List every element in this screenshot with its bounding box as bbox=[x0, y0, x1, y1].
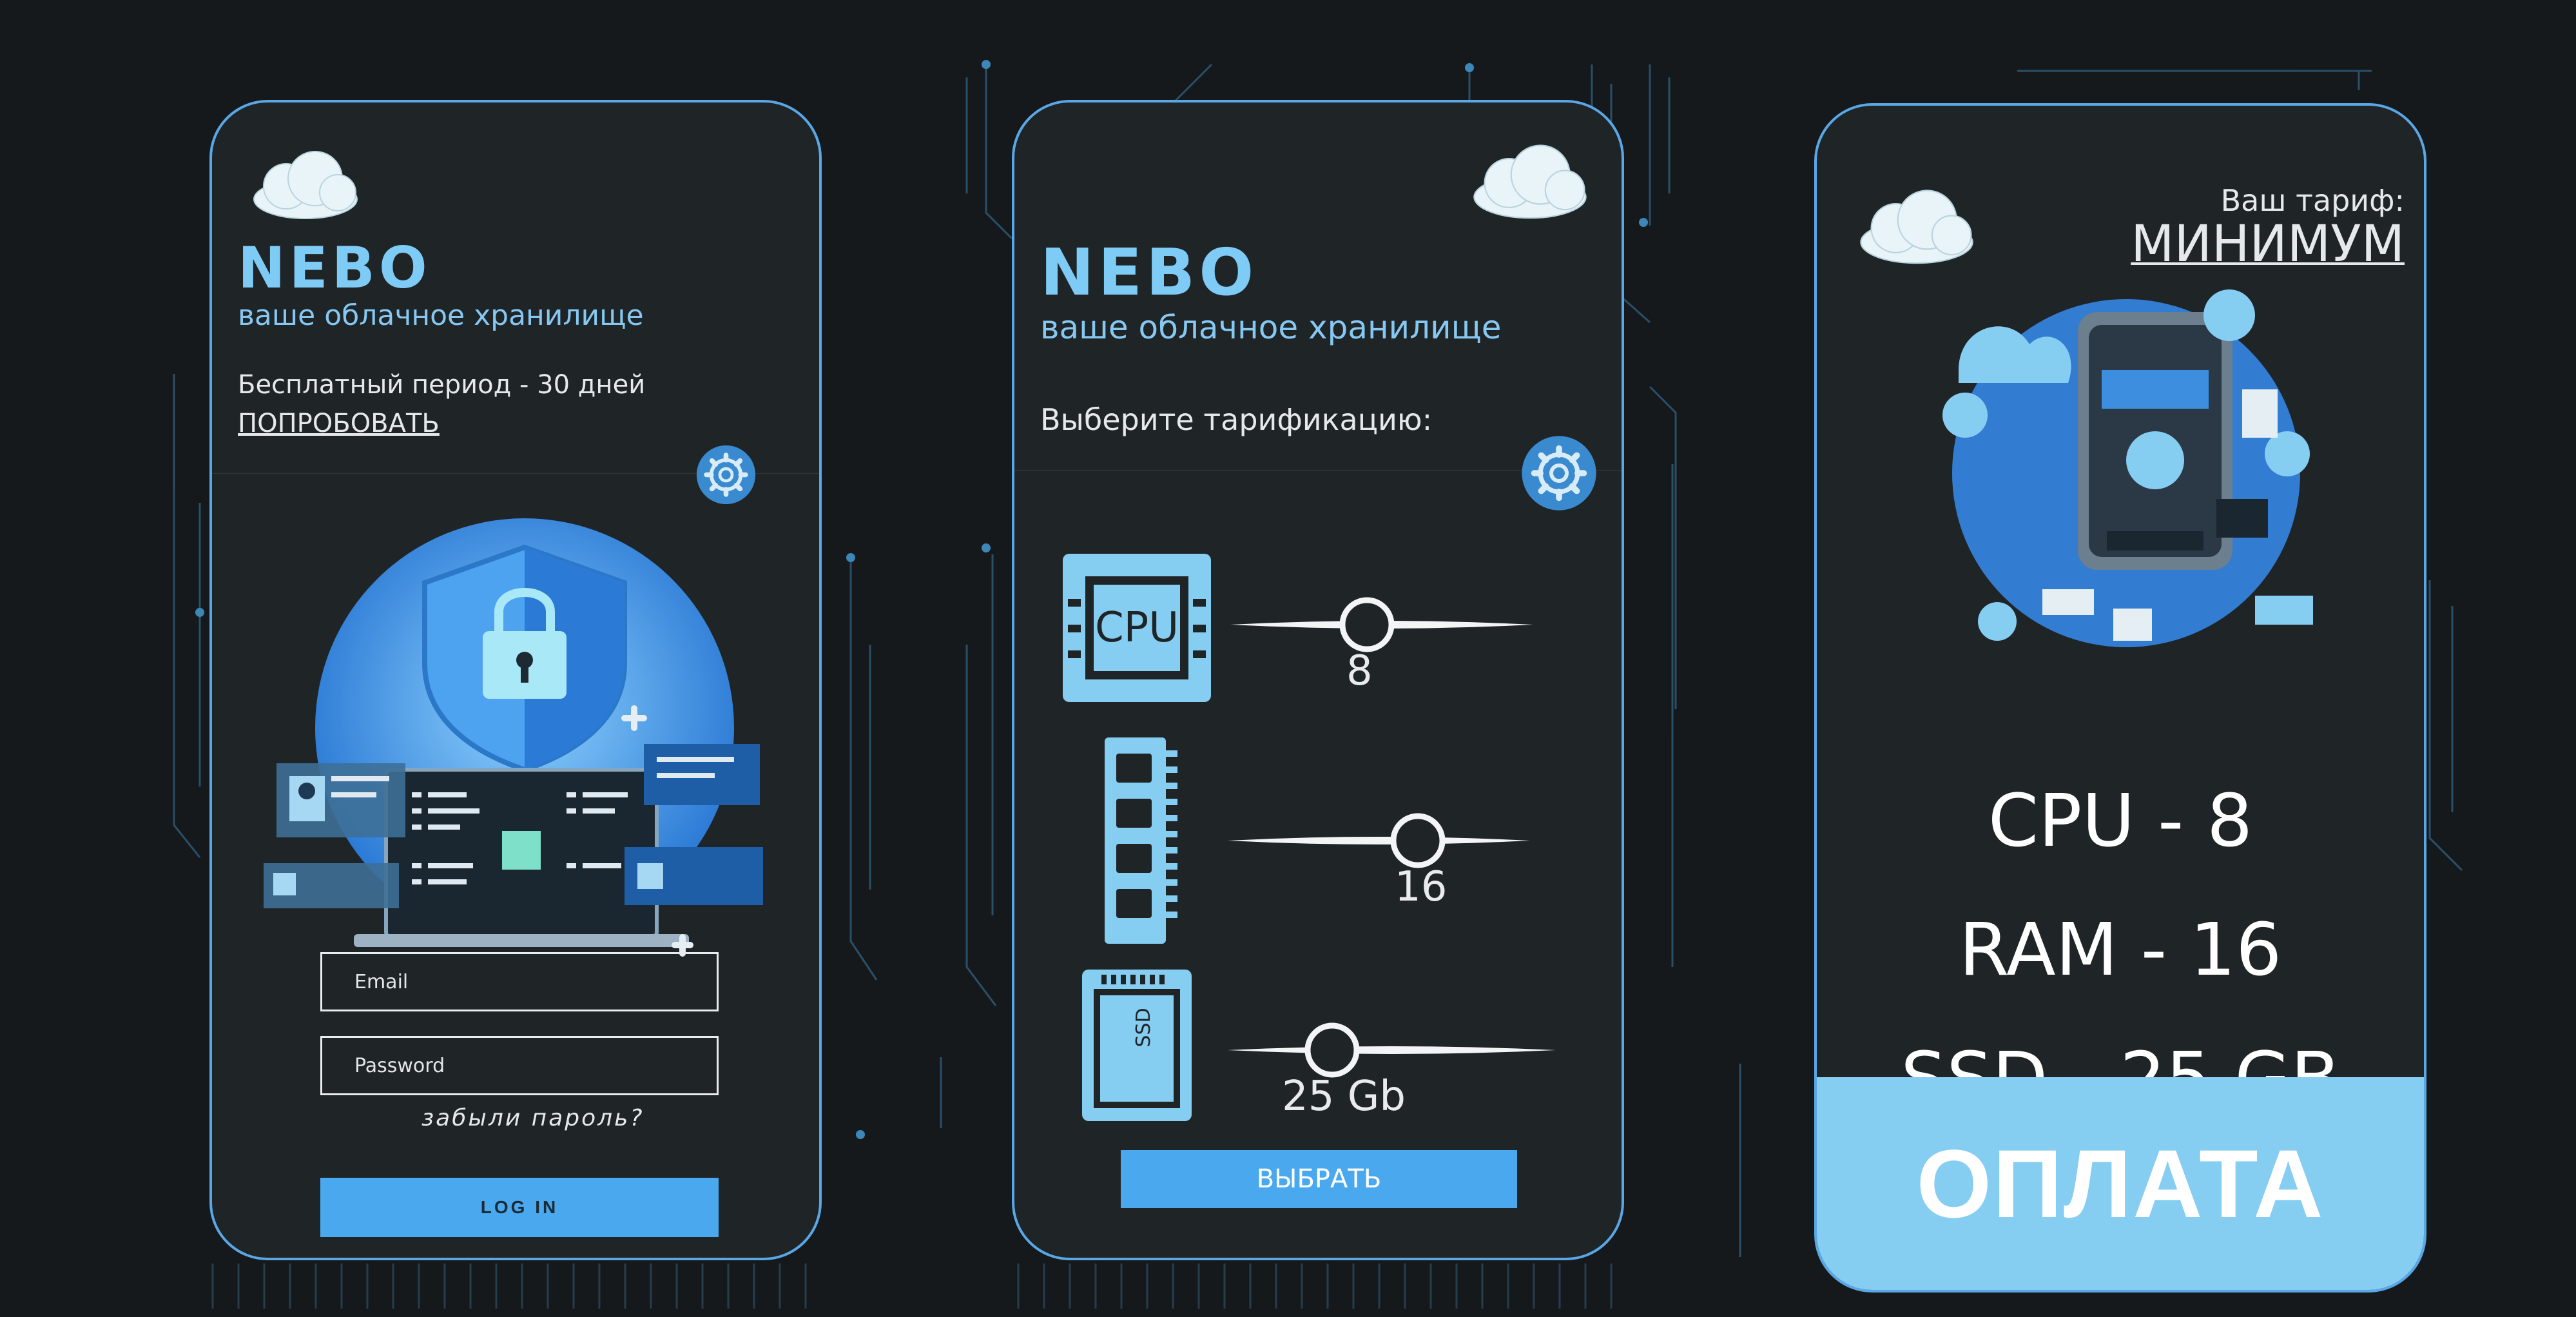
cpu-slider-value: 8 bbox=[1346, 647, 1373, 695]
login-screen: NEBO ваше облачное хранилище Бесплатный … bbox=[209, 100, 822, 1260]
cpu-slider[interactable] bbox=[1227, 592, 1536, 657]
cloud-icon bbox=[1860, 190, 1973, 264]
ssd-slider-knob[interactable] bbox=[1304, 1022, 1360, 1078]
plan-name: МИНИМУМ bbox=[2131, 215, 2405, 273]
ram-slider-knob[interactable] bbox=[1390, 813, 1446, 868]
brand-logo: NEBO bbox=[238, 235, 431, 301]
tariff-screen: NEBO ваше облачное хранилище Выберите та… bbox=[1012, 100, 1624, 1260]
tagline: ваше облачное хранилище bbox=[1040, 309, 1502, 346]
password-input[interactable] bbox=[353, 1053, 717, 1078]
security-illustration bbox=[264, 518, 763, 957]
spec-cpu: CPU - 8 bbox=[1988, 779, 2253, 863]
summary-screen: Ваш тариф: МИНИМУМ CPU - 8 RAM - 16 SSD … bbox=[1814, 103, 2426, 1293]
login-button[interactable]: LOG IN bbox=[320, 1178, 719, 1237]
cloud-icon bbox=[1473, 144, 1587, 219]
gear-icon[interactable] bbox=[695, 444, 757, 505]
cpu-slider-knob[interactable] bbox=[1339, 597, 1395, 652]
ram-slider-value: 16 bbox=[1395, 863, 1448, 911]
cloud-icon bbox=[253, 151, 358, 219]
spec-ram: RAM - 16 bbox=[1959, 908, 2282, 992]
tariff-prompt: Выберите тарификацию: bbox=[1040, 402, 1433, 437]
password-field[interactable] bbox=[320, 1036, 719, 1095]
select-button[interactable]: ВЫБРАТЬ bbox=[1121, 1150, 1517, 1208]
ram-icon bbox=[1105, 737, 1177, 944]
email-field[interactable] bbox=[320, 952, 719, 1011]
ssd-slider-value: 25 Gb bbox=[1282, 1073, 1406, 1120]
phone-dashboard-illustration bbox=[1942, 289, 2313, 647]
cpu-icon-label: CPU bbox=[1094, 604, 1179, 652]
ssd-icon-label: SSD bbox=[1132, 1008, 1155, 1048]
forgot-password-link[interactable]: забыли пароль? bbox=[421, 1105, 644, 1131]
pay-button-label: ОПЛАТА bbox=[1916, 1129, 2325, 1238]
brand-logo: NEBO bbox=[1040, 235, 1258, 310]
plan-label: Ваш тариф: bbox=[2220, 183, 2405, 218]
try-link[interactable]: ПОПРОБОВАТЬ bbox=[238, 409, 440, 438]
ram-slider[interactable] bbox=[1224, 808, 1533, 873]
tagline: ваше облачное хранилище bbox=[238, 299, 644, 332]
trial-text: Бесплатный период - 30 дней bbox=[238, 370, 646, 400]
pay-button[interactable]: ОПЛАТА bbox=[1817, 1077, 2424, 1290]
email-input[interactable] bbox=[353, 970, 717, 994]
gear-icon[interactable] bbox=[1520, 434, 1598, 512]
